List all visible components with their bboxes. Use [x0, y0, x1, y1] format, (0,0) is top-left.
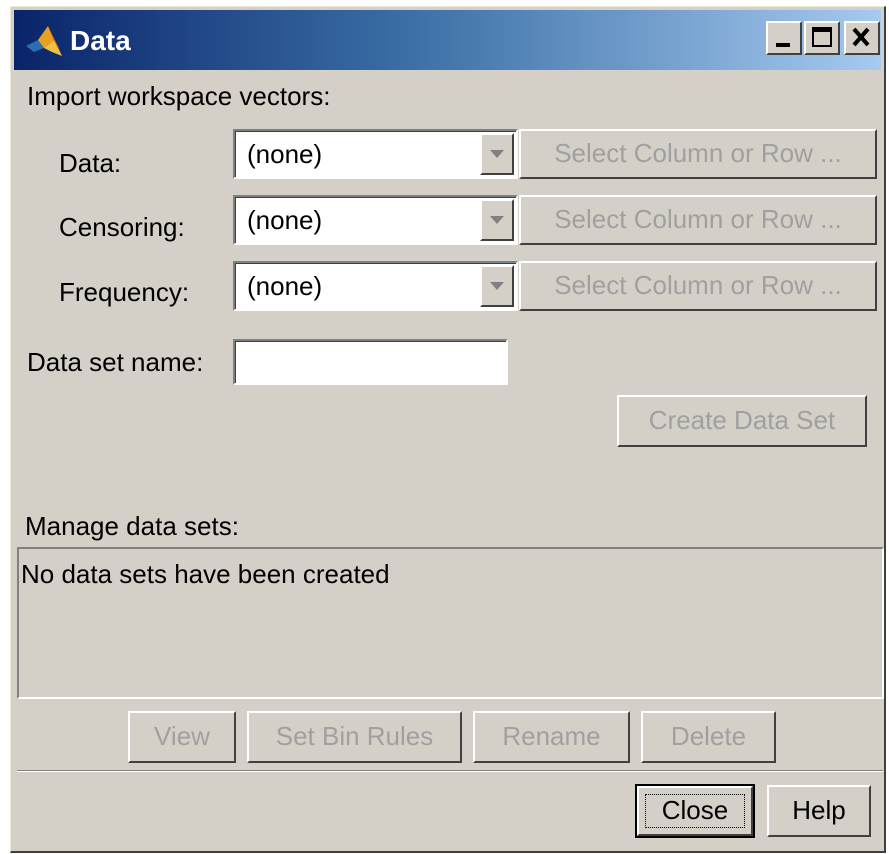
minimize-icon [776, 43, 790, 47]
frequency-select-column-button[interactable]: Select Column or Row ... [519, 261, 877, 311]
chevron-down-icon [490, 216, 504, 224]
focus-indicator [645, 794, 745, 828]
view-button[interactable]: View [128, 711, 236, 763]
censoring-select-column-button[interactable]: Select Column or Row ... [519, 195, 877, 245]
data-sets-listbox[interactable]: No data sets have been created [17, 547, 884, 699]
maximize-button[interactable] [804, 21, 840, 55]
censoring-label: Censoring: [59, 212, 185, 242]
dataset-name-label: Data set name: [27, 347, 204, 377]
create-data-set-button[interactable]: Create Data Set [617, 395, 867, 447]
frequency-combo-dropdown-button[interactable] [480, 265, 514, 307]
censoring-combo-dropdown-button[interactable] [480, 199, 514, 241]
frequency-label: Frequency: [59, 277, 190, 307]
chevron-down-icon [490, 150, 504, 158]
data-combo-value: (none) [247, 139, 323, 169]
data-combo[interactable]: (none) [233, 129, 518, 179]
window-title: Data [70, 25, 131, 56]
frequency-combo-value: (none) [247, 271, 323, 301]
set-bin-rules-button[interactable]: Set Bin Rules [247, 711, 462, 763]
close-button[interactable]: Close [635, 784, 755, 838]
data-dialog-window: Data Import workspace vectors: Data: (no… [10, 6, 886, 853]
rename-button[interactable]: Rename [473, 711, 630, 763]
data-select-column-button[interactable]: Select Column or Row ... [519, 129, 877, 179]
close-window-button[interactable] [844, 21, 880, 55]
maximize-icon [812, 27, 832, 47]
data-label: Data: [59, 148, 122, 178]
delete-button[interactable]: Delete [641, 711, 776, 763]
empty-list-message: No data sets have been created [21, 559, 390, 589]
censoring-combo[interactable]: (none) [233, 195, 518, 245]
help-button[interactable]: Help [767, 785, 871, 837]
data-combo-dropdown-button[interactable] [480, 133, 514, 175]
minimize-button[interactable] [766, 21, 802, 55]
frequency-combo[interactable]: (none) [233, 261, 518, 311]
chevron-down-icon [490, 282, 504, 290]
footer-separator [17, 770, 883, 772]
manage-heading: Manage data sets: [25, 511, 239, 541]
title-bar[interactable]: Data [14, 10, 881, 70]
matlab-logo-icon [26, 26, 62, 56]
import-heading: Import workspace vectors: [27, 81, 331, 111]
dataset-name-input[interactable] [233, 339, 508, 385]
close-icon [852, 27, 870, 47]
censoring-combo-value: (none) [247, 205, 323, 235]
close-button-face[interactable]: Close [637, 786, 753, 836]
